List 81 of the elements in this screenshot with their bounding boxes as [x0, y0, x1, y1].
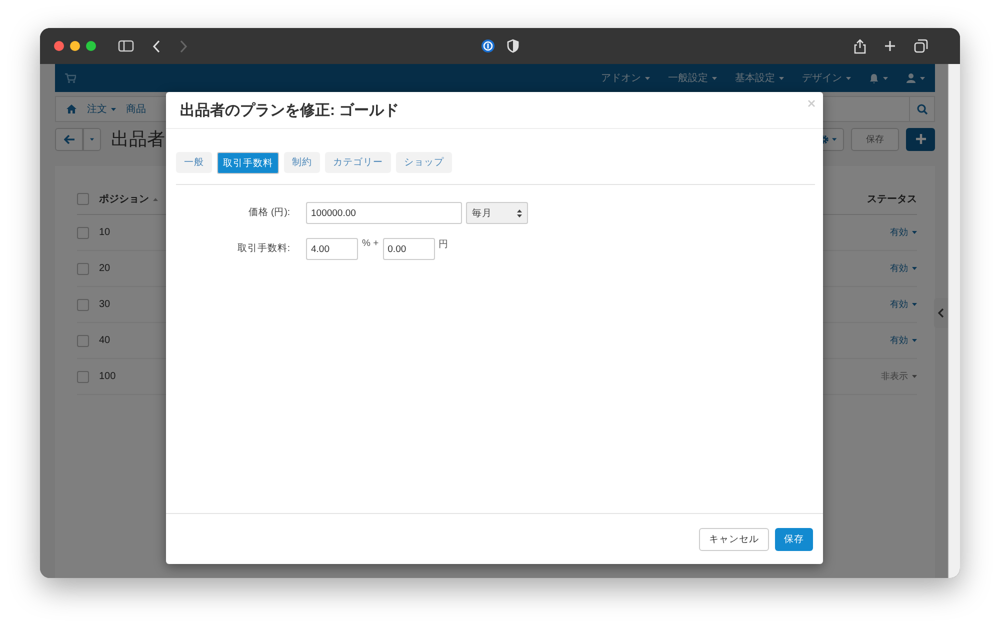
save-button[interactable]: 保存: [851, 128, 899, 150]
caret-icon: [920, 76, 925, 80]
sidebar-icon[interactable]: [118, 40, 134, 52]
nav-menu-item[interactable]: 一般設定: [668, 71, 717, 85]
status-dropdown[interactable]: 有効: [890, 226, 917, 239]
breadcrumb-menu-item[interactable]: 注文: [87, 102, 116, 116]
caret-icon: [712, 76, 717, 80]
percent-fee-input[interactable]: 4.00: [306, 238, 358, 260]
row-checkbox[interactable]: [77, 226, 89, 238]
table-cell: 10: [99, 227, 110, 238]
tabs-overview-icon[interactable]: [914, 39, 928, 53]
caret-icon: [883, 76, 888, 80]
tab[interactable]: カテゴリー: [325, 152, 391, 173]
column-header: ステータス: [867, 193, 917, 206]
dialog-title: 出品者のプランを修正: ゴールド: [180, 100, 400, 120]
nav-menu-item[interactable]: 基本設定: [735, 71, 784, 85]
caret-icon: [90, 138, 94, 140]
notifications-menu[interactable]: [869, 72, 888, 84]
minimize-window-icon[interactable]: [70, 41, 80, 51]
fixed-fee-input[interactable]: 0.00: [382, 238, 435, 260]
table-cell: 40: [99, 335, 110, 346]
bell-icon: [869, 72, 879, 84]
table-cell: 100: [99, 371, 116, 382]
nav-menu-item[interactable]: デザイン: [802, 71, 851, 85]
price-input[interactable]: 100000.00: [306, 202, 462, 224]
shield-icon[interactable]: [507, 39, 519, 53]
sort-caret-icon: [153, 198, 158, 200]
table-cell: 30: [99, 299, 110, 310]
caret-icon: [912, 375, 917, 378]
user-menu[interactable]: [906, 73, 925, 83]
breadcrumb-menu-item[interactable]: 商品: [126, 102, 146, 116]
new-tab-icon[interactable]: [884, 40, 896, 52]
back-icon[interactable]: [152, 40, 161, 52]
add-button[interactable]: [906, 128, 935, 150]
close-window-icon[interactable]: [54, 41, 64, 51]
zoom-window-icon[interactable]: [86, 41, 96, 51]
search-icon: [916, 104, 928, 114]
caret-icon: [645, 76, 650, 80]
tab[interactable]: 一般: [176, 152, 212, 173]
caret-icon: [912, 303, 917, 306]
caret-icon: [111, 108, 116, 110]
save-button[interactable]: 保存: [775, 528, 813, 550]
row-checkbox[interactable]: [77, 262, 89, 274]
plus-icon: [916, 134, 926, 144]
caret-icon: [912, 231, 917, 234]
arrow-left-icon: [64, 134, 74, 144]
tab[interactable]: 取引手数料: [217, 152, 279, 174]
status-dropdown[interactable]: 有効: [890, 262, 917, 275]
column-header[interactable]: ポジション: [99, 192, 158, 206]
field-label: 取引手数料:: [236, 242, 290, 256]
caret-icon: [779, 76, 784, 80]
cancel-button[interactable]: キャンセル: [699, 528, 769, 550]
row-checkbox[interactable]: [77, 334, 89, 346]
status-dropdown[interactable]: 有効: [890, 298, 917, 311]
row-checkbox[interactable]: [77, 298, 89, 310]
table-cell: 20: [99, 263, 110, 274]
chevron-left-icon: [938, 308, 944, 318]
row-checkbox[interactable]: [77, 370, 89, 382]
caret-icon: [846, 76, 851, 80]
tab[interactable]: ショップ: [396, 152, 452, 173]
user-icon: [906, 73, 916, 83]
page-title: 出品者: [111, 128, 165, 151]
cart-icon[interactable]: [65, 73, 76, 83]
scrollbar[interactable]: [948, 64, 960, 578]
nav-menu-item[interactable]: アドオン: [601, 71, 650, 85]
field-label: 価格 (円):: [247, 206, 290, 220]
period-select[interactable]: 毎月: [466, 202, 528, 224]
up-down-arrows-icon: [517, 208, 522, 218]
password-manager-icon[interactable]: [481, 39, 495, 53]
back-button[interactable]: [55, 128, 83, 150]
status-dropdown[interactable]: 非表示: [881, 370, 917, 383]
home-icon[interactable]: [66, 104, 77, 114]
share-icon[interactable]: [854, 38, 866, 54]
select-all-checkbox[interactable]: [77, 193, 89, 205]
unit-label: 円: [438, 238, 449, 251]
unit-label: % +: [362, 238, 379, 249]
tab[interactable]: 制約: [284, 152, 320, 173]
status-dropdown[interactable]: 有効: [890, 334, 917, 347]
caret-icon: [912, 267, 917, 270]
caret-icon: [832, 138, 837, 140]
caret-icon: [912, 339, 917, 342]
